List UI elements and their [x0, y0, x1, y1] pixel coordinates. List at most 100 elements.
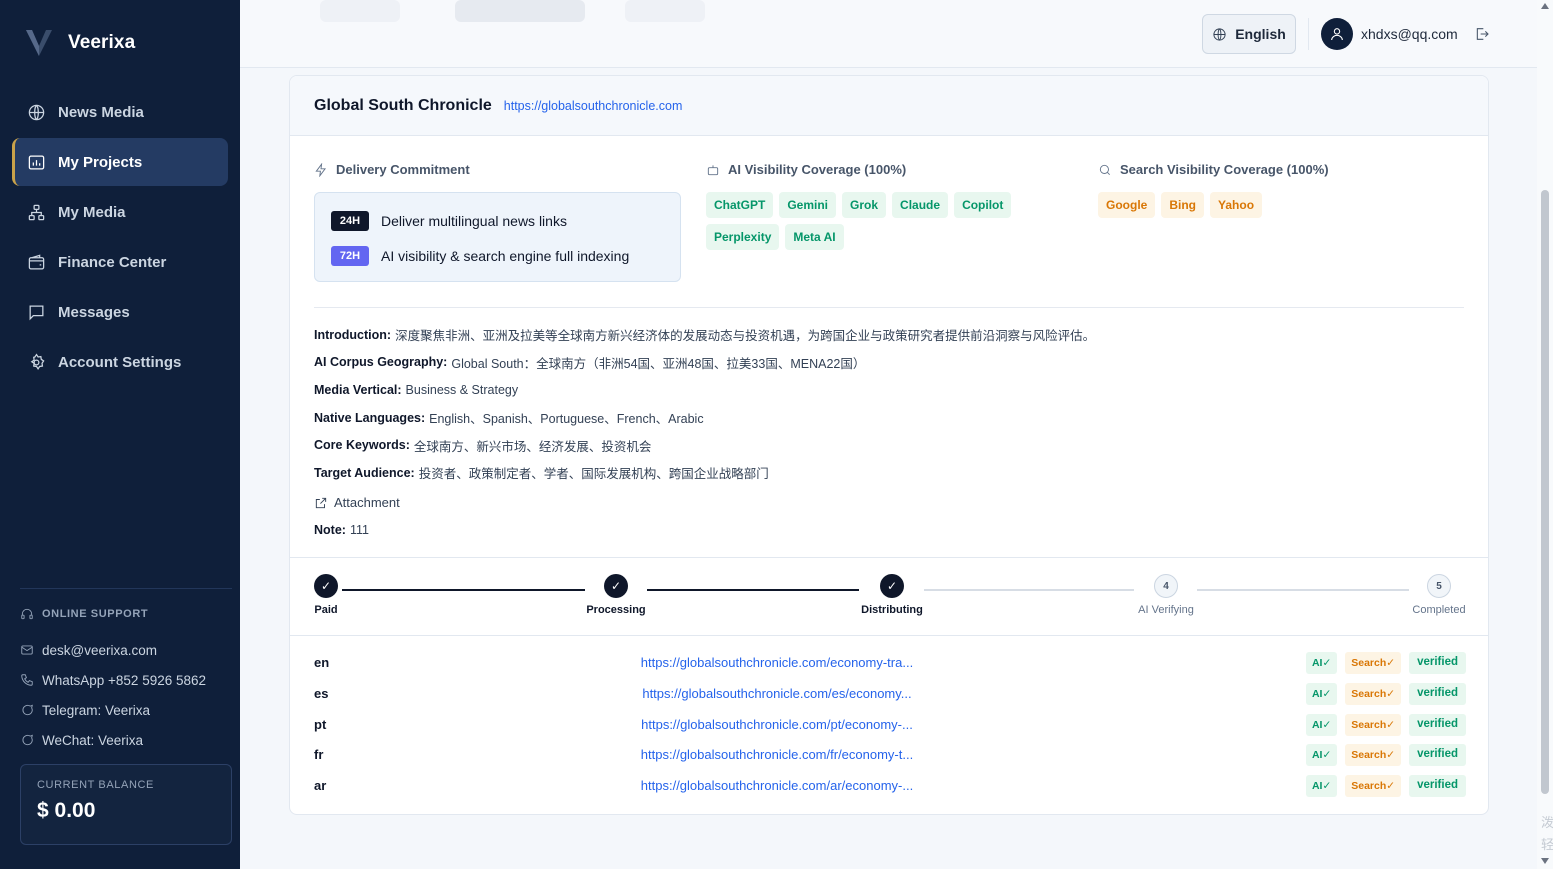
gear-icon [30, 352, 45, 370]
sidebar-item-account-settings[interactable]: Account Settings [12, 338, 228, 386]
project-info: Introduction: 深度聚焦非洲、亚洲及拉美等全球南方新兴经济体的发展动态… [314, 321, 1095, 487]
current-balance-card: CURRENT BALANCE $ 0.00 [20, 764, 232, 845]
wallet-icon [28, 254, 45, 269]
link-badges: AI✓ Search✓ verified [1305, 744, 1466, 767]
commitment-badge: 24H [331, 211, 369, 231]
search-tag: Yahoo [1210, 192, 1263, 218]
step-label: Processing [586, 604, 646, 616]
link-url[interactable]: https://globalsouthchronicle.com/pt/econ… [602, 717, 952, 732]
step-label: Distributing [861, 604, 923, 616]
overlay-side-text: 泼 轻 [1541, 815, 1553, 852]
projects-icon [28, 155, 45, 169]
user-email[interactable]: xhdxs@qq.com [1361, 26, 1458, 42]
logout-button[interactable] [1474, 26, 1490, 42]
brand-name: Veerixa [68, 32, 136, 53]
step-paid: ✓ Paid [290, 574, 376, 616]
commitment-badge: 72H [331, 246, 369, 266]
step-check-icon: ✓ [314, 574, 338, 598]
attachment-link[interactable]: Attachment [314, 495, 400, 510]
support-wechat[interactable]: WeChat: Veerixa [20, 725, 232, 755]
external-link-icon [315, 497, 327, 508]
note-label: Note: [314, 523, 346, 537]
lightning-icon [315, 162, 327, 177]
sidebar-item-label: Messages [58, 303, 130, 321]
link-badges: AI✓ Search✓ verified [1305, 713, 1466, 736]
support-whatsapp[interactable]: WhatsApp +852 5926 5862 [20, 665, 232, 695]
language-label: English [1235, 26, 1286, 42]
info-target-audience: Target Audience: 投资者、政策制定者、学者、国际发展机构、跨国企业… [314, 459, 1095, 487]
project-url-link[interactable]: https://globalsouthchronicle.com [504, 99, 683, 113]
support-title: ONLINE SUPPORT [20, 607, 232, 621]
sidebar-item-news-media[interactable]: News Media [12, 88, 228, 136]
link-lang: es [314, 685, 329, 701]
balance-value: $ 0.00 [37, 799, 96, 822]
sidebar: Veerixa News Media My Projects My Media … [0, 0, 240, 869]
link-url[interactable]: https://globalsouthchronicle.com/economy… [602, 655, 952, 670]
verified-badge: verified [1409, 713, 1466, 736]
link-lang: pt [314, 716, 327, 732]
step-number: 5 [1427, 574, 1451, 598]
mail-icon [21, 645, 33, 655]
logout-icon [1476, 28, 1489, 40]
language-switcher[interactable]: English [1202, 14, 1296, 54]
link-badges: AI✓ Search✓ verified [1305, 652, 1466, 674]
link-lang: ar [314, 778, 327, 794]
brand[interactable]: Veerixa [24, 26, 135, 60]
search-tag: Google [1098, 192, 1156, 218]
chat-bubble-icon [22, 734, 33, 746]
info-value: 投资者、政策制定者、学者、国际发展机构、跨国企业战略部门 [418, 467, 769, 482]
sidebar-item-label: My Projects [58, 153, 143, 171]
info-label: Native Languages: [314, 410, 426, 425]
search-status-badge: Search✓ [1345, 713, 1402, 736]
scroll-down-arrow-icon[interactable] [1541, 858, 1549, 864]
project-card: Global South Chronicle https://globalsou… [289, 75, 1489, 815]
link-row: pt https://globalsouthchronicle.com/pt/e… [290, 710, 1488, 741]
search-coverage-tags: Google Bing Yahoo [1098, 192, 1458, 218]
link-url[interactable]: https://globalsouthchronicle.com/ar/econ… [602, 778, 952, 793]
network-icon [28, 204, 45, 220]
note-value: 111 [349, 523, 369, 537]
note: Note: 111 [314, 523, 369, 537]
sidebar-item-finance-center[interactable]: Finance Center [12, 238, 228, 286]
support-telegram-text: Telegram: Veerixa [42, 702, 151, 718]
commitment-row: 24H Deliver multilingual news links [331, 209, 664, 233]
scrolled-placeholder [455, 0, 585, 22]
delivery-title-text: Delivery Commitment [336, 162, 470, 177]
step-distributing: ✓ Distributing [842, 574, 942, 616]
link-url[interactable]: https://globalsouthchronicle.com/fr/econ… [602, 747, 952, 762]
delivery-commitment-box: 24H Deliver multilingual news links 72H … [314, 192, 681, 282]
support-wechat-text: WeChat: Veerixa [42, 732, 144, 748]
scrolled-placeholder [320, 0, 400, 22]
info-label: Core Keywords: [314, 438, 410, 453]
delivery-commitment-title: Delivery Commitment [314, 162, 470, 177]
ai-coverage-title-text: AI Visibility Coverage (100%) [728, 162, 907, 177]
sidebar-nav: News Media My Projects My Media Finance … [12, 88, 228, 388]
support-email[interactable]: desk@veerixa.com [20, 635, 232, 665]
search-status-badge: Search✓ [1345, 652, 1402, 674]
divider [314, 307, 1464, 308]
avatar[interactable] [1321, 18, 1353, 50]
ai-status-badge: AI✓ [1305, 682, 1338, 705]
support-telegram[interactable]: Telegram: Veerixa [20, 695, 232, 725]
info-introduction: Introduction: 深度聚焦非洲、亚洲及拉美等全球南方新兴经济体的发展动态… [314, 321, 1095, 349]
page-scrollbar[interactable] [1537, 0, 1553, 869]
phone-icon [21, 674, 33, 686]
step-ai-verifying: 4 AI Verifying [1116, 574, 1216, 616]
sidebar-item-my-media[interactable]: My Media [12, 188, 228, 236]
ai-coverage-title: AI Visibility Coverage (100%) [706, 162, 906, 177]
ai-tag: ChatGPT [706, 192, 774, 218]
link-url[interactable]: https://globalsouthchronicle.com/es/econ… [602, 686, 952, 701]
chat-bubble-icon [22, 704, 33, 716]
info-label: Introduction: [314, 327, 392, 342]
scroll-thumb[interactable] [1541, 190, 1549, 794]
globe-icon [28, 104, 45, 120]
scrolled-placeholder [625, 0, 705, 22]
support-email-text: desk@veerixa.com [42, 642, 157, 658]
sidebar-item-my-projects[interactable]: My Projects [12, 138, 228, 186]
step-connector [924, 589, 1134, 591]
sidebar-item-messages[interactable]: Messages [12, 288, 228, 336]
info-value: 深度聚焦非洲、亚洲及拉美等全球南方新兴经济体的发展动态与投资机遇，为跨国企业与政… [395, 329, 1096, 344]
step-label: Completed [1412, 604, 1466, 616]
scroll-up-arrow-icon[interactable] [1541, 3, 1549, 9]
header-divider [1308, 18, 1309, 50]
